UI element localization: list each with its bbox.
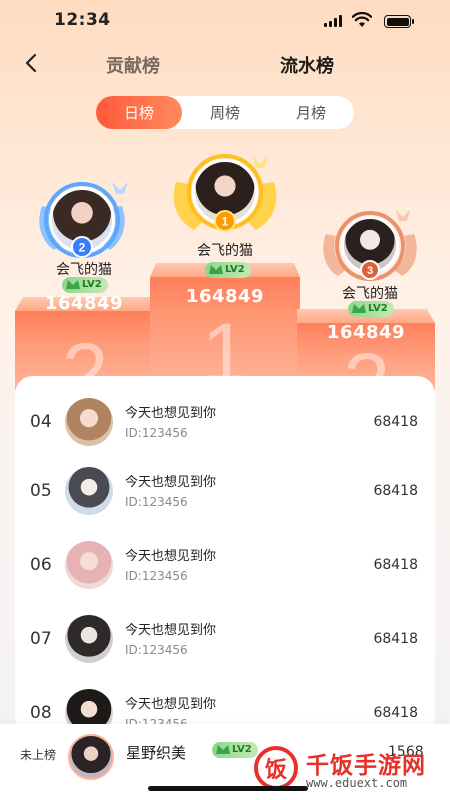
status-time: 12:34 [54,10,111,30]
level-badge-first: LV2 [205,262,251,278]
avatar-first[interactable]: 1 [168,152,282,242]
level-text: LV2 [368,303,388,314]
list-score: 68418 [373,414,418,430]
tab-weekly[interactable]: 周榜 [182,96,268,129]
list-item[interactable]: 04 今天也想见到你 ID:123456 68418 [15,384,435,458]
rank-2-badge-icon: 2 [71,236,93,258]
ranking-list: 04 今天也想见到你 ID:123456 68418 05 今天也想见到你 ID… [15,376,435,736]
list-score: 68418 [373,483,418,499]
wifi-icon [352,12,372,27]
list-rank: 04 [30,412,52,432]
level-text: LV2 [225,264,245,275]
crown-icon [216,745,230,754]
list-rank: 08 [30,703,52,723]
tab-monthly[interactable]: 月榜 [268,96,354,129]
list-name: 今天也想见到你 [125,549,217,564]
self-avatar[interactable] [68,734,114,780]
list-avatar[interactable] [65,615,113,663]
chevron-left-icon [25,53,37,73]
list-id: ID:123456 [125,426,188,440]
podium-score-first: 164849 [185,286,265,307]
list-item[interactable]: 05 今天也想见到你 ID:123456 68418 [15,453,435,527]
list-score: 68418 [373,557,418,573]
avatar-second[interactable]: 2 [32,178,132,264]
home-indicator [148,786,308,791]
self-name: 星野织美 [126,744,187,762]
rank-3-badge-icon: 3 [360,260,380,280]
podium-score-third: 164849 [326,322,406,343]
level-text: LV2 [82,279,102,290]
rank-name-third: 会飞的猫 [342,286,398,302]
period-tabs: 日榜 周榜 月榜 [96,96,354,129]
list-score: 68418 [373,705,418,721]
level-badge-second: LV2 [62,277,108,293]
crown-icon [209,265,223,274]
signal-icon [324,15,344,27]
list-name: 今天也想见到你 [125,406,217,421]
crown-icon [66,280,80,289]
crown-icon [352,304,366,313]
level-badge-third: LV2 [348,301,394,317]
level-text: LV2 [232,744,252,755]
list-avatar[interactable] [65,541,113,589]
svg-text:2: 2 [79,241,86,255]
list-name: 今天也想见到你 [125,475,217,490]
list-name: 今天也想见到你 [125,697,217,712]
list-rank: 05 [30,481,52,501]
podium-score-second: 164849 [44,293,124,314]
list-avatar[interactable] [65,467,113,515]
back-button[interactable] [18,50,44,76]
list-name: 今天也想见到你 [125,623,217,638]
brand-logo-icon: 饭 [254,746,298,790]
list-item[interactable]: 07 今天也想见到你 ID:123456 68418 [15,601,435,675]
self-rank-tag: 未上榜 [20,748,57,762]
list-item[interactable]: 06 今天也想见到你 ID:123456 68418 [15,527,435,601]
list-rank: 06 [30,555,52,575]
watermark: 饭 千饭手游网 www.eduext.com [250,744,450,800]
list-id: ID:123456 [125,643,188,657]
rank-name-first: 会飞的猫 [197,243,253,259]
battery-icon [384,15,414,28]
avatar-third[interactable]: 3 [318,208,422,288]
watermark-brand: 千饭手游网 [306,753,426,779]
rank-name-second: 会飞的猫 [56,262,112,278]
list-id: ID:123456 [125,495,188,509]
tab-contribution[interactable]: 贡献榜 [106,52,160,78]
svg-text:3: 3 [367,265,373,277]
rank-1-badge-icon: 1 [214,210,236,232]
list-score: 68418 [373,631,418,647]
tab-flow[interactable]: 流水榜 [280,52,334,78]
svg-text:1: 1 [222,215,229,229]
tab-daily[interactable]: 日榜 [96,96,182,129]
list-id: ID:123456 [125,569,188,583]
list-rank: 07 [30,629,52,649]
list-avatar[interactable] [65,398,113,446]
watermark-url: www.eduext.com [306,776,408,790]
status-bar: 12:34 [0,0,450,40]
